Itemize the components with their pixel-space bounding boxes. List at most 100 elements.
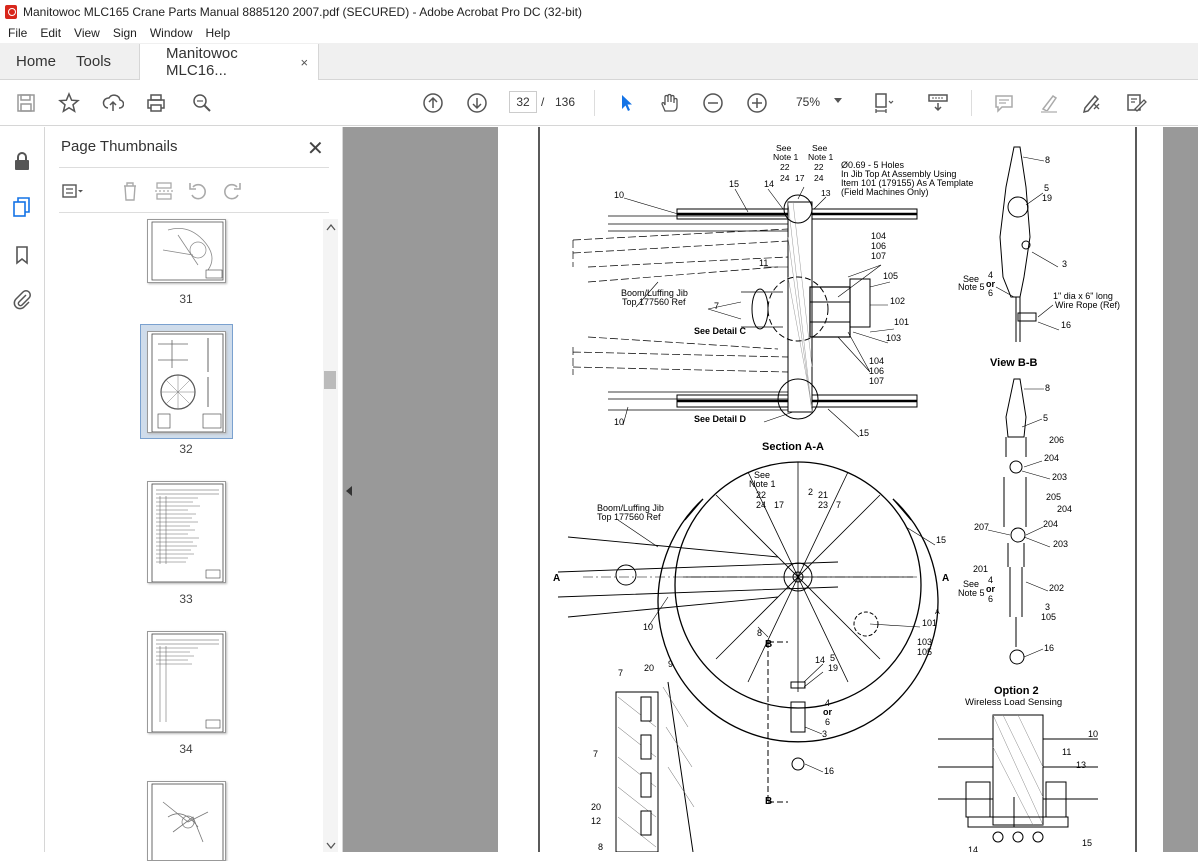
page-separator: / — [541, 95, 545, 109]
star-icon[interactable] — [57, 91, 81, 115]
callout-label: 5 — [830, 653, 835, 663]
fit-page-icon[interactable] — [871, 91, 895, 115]
menu-edit[interactable]: Edit — [40, 26, 61, 40]
callout-label: 3 — [822, 729, 827, 739]
section-marker: B — [765, 639, 772, 650]
callout-label: 104 — [871, 231, 886, 241]
tab-tools-label: Tools — [76, 52, 112, 70]
panel-toolbar — [59, 167, 329, 213]
tab-document-label: Manitowoc MLC16... — [166, 45, 238, 79]
callout-label: 10 — [614, 190, 624, 200]
zoom-out-icon[interactable] — [701, 91, 725, 115]
zoom-dropdown-icon[interactable] — [834, 98, 842, 103]
fill-sign-icon[interactable] — [1124, 91, 1148, 115]
acrobat-app-icon — [5, 4, 17, 19]
note-text: Top 177560 Ref — [597, 512, 661, 522]
tab-home-label: Home — [16, 52, 57, 70]
scroll-mode-icon[interactable] — [926, 91, 950, 115]
menu-file[interactable]: File — [8, 26, 27, 40]
menu-window[interactable]: Window — [150, 26, 193, 40]
callout-label: Note 1 — [749, 479, 776, 489]
scroll-up-icon[interactable] — [326, 223, 336, 231]
thumbnail-page-33[interactable] — [147, 481, 226, 583]
tab-bar: Home Tools Manitowoc MLC16... × — [0, 43, 1198, 80]
callout-label: 16 — [824, 766, 834, 776]
callout-label: 22 — [814, 162, 824, 172]
callout-label: 9 — [668, 659, 673, 669]
thumbnail-scrollbar[interactable] — [323, 219, 338, 852]
rotate-right-icon[interactable] — [221, 180, 243, 202]
callout-label: 13 — [1076, 760, 1086, 770]
thumbnail-page-34[interactable] — [147, 631, 226, 733]
callout-label: 203 — [1052, 472, 1067, 482]
select-arrow-icon[interactable] — [614, 91, 638, 115]
window-titlebar: Manitowoc MLC165 Crane Parts Manual 8885… — [0, 0, 1198, 23]
callout-label: 3 — [1045, 602, 1050, 612]
rotate-left-icon[interactable] — [187, 180, 209, 202]
callout-label: 20 — [644, 663, 654, 673]
page-down-icon[interactable] — [465, 91, 489, 115]
section-marker: A — [553, 573, 560, 584]
thumbnail-page-32[interactable] — [147, 331, 226, 433]
callout-label: 24 — [756, 500, 766, 510]
callout-label: 15 — [936, 535, 946, 545]
main-toolbar: 32 / 136 75% — [0, 80, 1198, 126]
panel-close-icon[interactable]: ✕ — [307, 136, 324, 161]
callout-label: 5 — [1043, 413, 1048, 423]
page-up-icon[interactable] — [421, 91, 445, 115]
scroll-down-icon[interactable] — [326, 842, 336, 850]
thumbnail-options-icon[interactable] — [61, 180, 83, 202]
page-total: 136 — [555, 95, 576, 109]
menu-help[interactable]: Help — [206, 26, 231, 40]
callout-label: 24 — [780, 173, 790, 183]
callout-label: 13 — [821, 188, 831, 198]
thumbnail-page-35[interactable] — [147, 781, 226, 861]
page-thumbnails-panel: Page Thumbnails ✕ 31 32 33 34 — [45, 127, 343, 861]
page-thumbnails-icon[interactable] — [10, 195, 34, 219]
zoom-level[interactable]: 75% — [796, 95, 820, 109]
menu-sign[interactable]: Sign — [113, 26, 137, 40]
sign-icon[interactable] — [1080, 91, 1104, 115]
zoom-search-icon[interactable] — [190, 91, 214, 115]
comment-icon[interactable] — [992, 91, 1016, 115]
tab-home[interactable]: Home — [0, 43, 72, 79]
menu-view[interactable]: View — [74, 26, 100, 40]
print-icon[interactable] — [144, 91, 168, 115]
save-icon[interactable] — [14, 91, 38, 115]
tab-close-icon[interactable]: × — [300, 55, 308, 70]
bookmark-icon[interactable] — [10, 243, 34, 267]
callout-label: 105 — [1041, 612, 1056, 622]
callout-label: 2 — [808, 487, 813, 497]
callout-label: 21 — [818, 490, 828, 500]
callout-label: 22 — [780, 162, 790, 172]
callout-label: 207 — [974, 522, 989, 532]
insert-page-icon[interactable] — [153, 180, 175, 202]
hand-icon[interactable] — [657, 91, 681, 115]
highlight-icon[interactable] — [1037, 91, 1061, 115]
callout-label: 16 — [1061, 320, 1071, 330]
thumbnail-page-31[interactable] — [147, 219, 226, 283]
delete-page-icon[interactable] — [119, 180, 141, 202]
callout-label: 102 — [890, 296, 905, 306]
lock-icon[interactable] — [10, 149, 34, 173]
tab-document[interactable]: Manitowoc MLC16... × — [139, 44, 320, 80]
toolbar-divider — [594, 90, 595, 116]
collapse-panel-icon[interactable] — [346, 486, 352, 496]
callout-label: 14 — [815, 655, 825, 665]
callout-label: 105 — [883, 271, 898, 281]
page-number-input[interactable]: 32 — [509, 91, 537, 113]
upload-icon[interactable] — [101, 91, 125, 115]
callout-label: A — [935, 609, 940, 616]
zoom-in-icon[interactable] — [745, 91, 769, 115]
section-marker: B — [765, 796, 772, 807]
attachment-icon[interactable] — [10, 287, 34, 311]
callout-label: Note 5 — [958, 588, 985, 598]
pdf-page: See Note 1 22 24 17 See Note 1 22 24 13 … — [498, 127, 1163, 852]
callout-label: 5 — [1044, 183, 1049, 193]
callout-label: 6 — [988, 288, 993, 298]
thumbnail-scrollbar-thumb[interactable] — [324, 371, 336, 389]
tab-tools[interactable]: Tools — [72, 43, 127, 79]
callout-label: 8 — [1045, 155, 1050, 165]
callout-label: 11 — [759, 258, 768, 268]
callout-label: 107 — [869, 376, 884, 386]
